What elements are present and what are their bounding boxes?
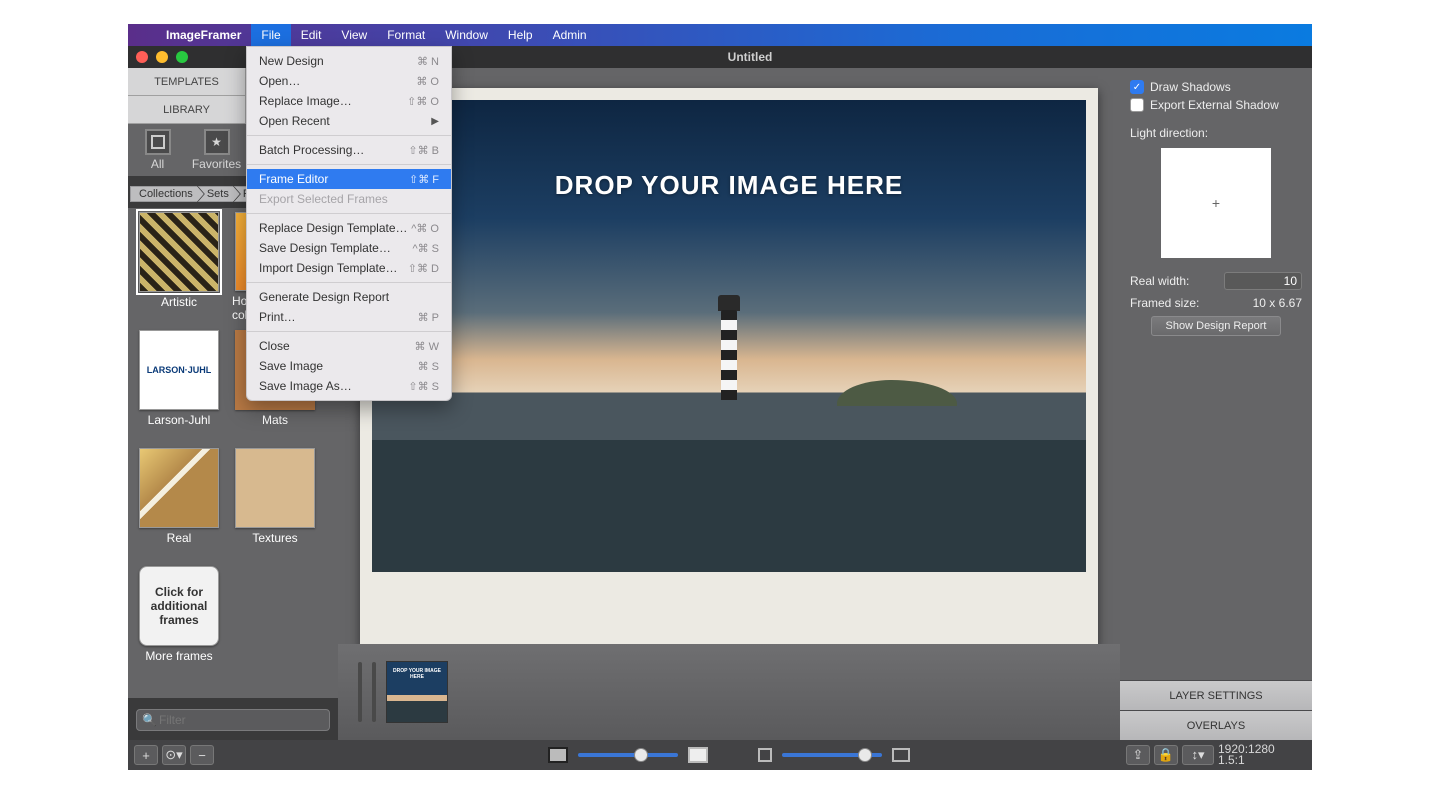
transform-menu[interactable]: ↕▾ [1182, 745, 1214, 765]
framed-size-label: Framed size: [1130, 296, 1199, 310]
bg-color-icon[interactable] [688, 747, 708, 763]
menu-view[interactable]: View [331, 24, 377, 46]
menu-item[interactable]: Close⌘ W [247, 336, 451, 356]
zoom-button[interactable] [176, 51, 188, 63]
collection-toolbar: All ★ Favorites [128, 124, 246, 176]
frame-larson[interactable]: LARSON·JUHL Larson-Juhl [136, 330, 222, 440]
frame-thumb [235, 448, 315, 528]
framed-size-value: 10 x 6.67 [1253, 296, 1302, 310]
action-menu[interactable]: ⊙▾ [162, 745, 186, 765]
thumbnail[interactable]: DROP YOUR IMAGE HERE [386, 661, 448, 723]
menu-item[interactable]: Save Design Template…^⌘ S [247, 238, 451, 258]
fit-slider[interactable] [782, 753, 882, 757]
menu-item[interactable]: Save Image⌘ S [247, 356, 451, 376]
layer-settings-accordion[interactable]: LAYER SETTINGS [1120, 680, 1312, 710]
overlays-accordion[interactable]: OVERLAYS [1120, 710, 1312, 740]
share-icon[interactable]: ⇪ [1126, 745, 1150, 765]
menu-file[interactable]: File [251, 24, 290, 46]
chevron-right-icon: ▶ [431, 116, 439, 127]
menu-item[interactable]: Generate Design Report [247, 287, 451, 307]
status-ratio: 1.5:1 [1218, 755, 1275, 766]
system-menubar: ImageFramer File Edit View Format Window… [128, 24, 1312, 46]
filter-bar: 🔍 [128, 700, 338, 740]
remove-button[interactable]: − [190, 745, 214, 765]
real-width-label: Real width: [1130, 274, 1189, 288]
toolbar-favorites[interactable]: ★ Favorites [187, 124, 246, 176]
minimize-button[interactable] [156, 51, 168, 63]
draw-shadows-row[interactable]: ✓ Draw Shadows [1130, 80, 1302, 94]
fit-small-icon[interactable] [758, 748, 772, 762]
bottom-right-bar: ⇪ 🔒 ↕▾ 1920:1280 1.5:1 [1120, 740, 1312, 770]
menu-help[interactable]: Help [498, 24, 543, 46]
filmstrip: DROP YOUR IMAGE HERE [338, 644, 1120, 740]
frame-thumb [139, 212, 219, 292]
menu-item[interactable]: Replace Design Template…^⌘ O [247, 218, 451, 238]
menu-item[interactable]: Import Design Template…⇧⌘ D [247, 258, 451, 278]
tab-templates[interactable]: TEMPLATES [128, 68, 245, 96]
crumb-sets[interactable]: Sets [198, 186, 240, 202]
export-shadow-row[interactable]: Export External Shadow [1130, 98, 1302, 112]
tab-library[interactable]: LIBRARY [128, 96, 245, 124]
search-icon: 🔍 [142, 713, 157, 727]
right-panel: ✓ Draw Shadows Export External Shadow Li… [1120, 68, 1312, 770]
menu-item[interactable]: Open…⌘ O [247, 71, 451, 91]
drag-handle-icon[interactable] [358, 662, 362, 722]
breadcrumb: Collections Sets F [128, 184, 261, 204]
close-button[interactable] [136, 51, 148, 63]
crosshair-icon: + [1212, 195, 1220, 211]
menu-item[interactable]: Replace Image…⇧⌘ O [247, 91, 451, 111]
bg-toggle-icon[interactable] [548, 747, 568, 763]
light-direction-label: Light direction: [1130, 126, 1302, 140]
frame-artistic[interactable]: Artistic [136, 212, 222, 322]
menu-item[interactable]: Save Image As…⇧⌘ S [247, 376, 451, 396]
paper-background: DROP YOUR IMAGE HERE [360, 88, 1098, 648]
frame-label: Artistic [161, 295, 197, 309]
zoom-slider[interactable] [578, 753, 678, 757]
menu-item: Export Selected Frames [247, 189, 451, 209]
all-icon [145, 129, 171, 155]
frame-thumb: Click for additional frames [139, 566, 219, 646]
real-width-input[interactable] [1224, 272, 1302, 290]
frame-more[interactable]: Click for additional frames More frames [136, 566, 222, 676]
menu-item[interactable]: Batch Processing…⇧⌘ B [247, 140, 451, 160]
drag-handle-icon[interactable] [372, 662, 376, 722]
fit-large-icon[interactable] [892, 748, 910, 762]
drop-zone[interactable]: DROP YOUR IMAGE HERE [372, 100, 1086, 572]
frame-label: Mats [262, 413, 288, 427]
menu-item[interactable]: Frame Editor⇧⌘ F [247, 169, 451, 189]
file-menu-dropdown: New Design⌘ NOpen…⌘ OReplace Image…⇧⌘ OO… [246, 46, 452, 401]
checkbox-off-icon[interactable] [1130, 98, 1144, 112]
frame-label: More frames [145, 649, 212, 663]
checkbox-on-icon[interactable]: ✓ [1130, 80, 1144, 94]
star-icon: ★ [204, 129, 230, 155]
toolbar-all[interactable]: All [128, 124, 187, 176]
drop-text: DROP YOUR IMAGE HERE [555, 170, 903, 201]
filter-input[interactable] [136, 709, 330, 731]
frame-thumb [139, 448, 219, 528]
frame-textures[interactable]: Textures [232, 448, 318, 558]
lock-icon[interactable]: 🔒 [1154, 745, 1178, 765]
menu-item[interactable]: New Design⌘ N [247, 51, 451, 71]
app-window: ImageFramer File Edit View Format Window… [128, 24, 1312, 770]
menu-format[interactable]: Format [377, 24, 435, 46]
frame-label: Larson-Juhl [148, 413, 211, 427]
add-button[interactable]: + [134, 745, 158, 765]
frame-thumb: LARSON·JUHL [139, 330, 219, 410]
frame-label: Real [167, 531, 192, 545]
bottom-center-bar [338, 740, 1120, 770]
frame-real[interactable]: Real [136, 448, 222, 558]
menu-window[interactable]: Window [435, 24, 498, 46]
light-direction-picker[interactable]: + [1161, 148, 1271, 258]
bottom-left-bar: + ⊙▾ − [128, 740, 338, 770]
show-design-report-button[interactable]: Show Design Report [1151, 316, 1281, 336]
menu-edit[interactable]: Edit [291, 24, 332, 46]
canvas-area: DROP YOUR IMAGE HERE DROP YOUR IMAGE HER… [338, 68, 1120, 740]
menu-item[interactable]: Print…⌘ P [247, 307, 451, 327]
menu-item[interactable]: Open Recent▶ [247, 111, 451, 131]
menu-admin[interactable]: Admin [543, 24, 597, 46]
crumb-collections[interactable]: Collections [130, 186, 204, 202]
app-name[interactable]: ImageFramer [156, 28, 251, 42]
frame-label: Textures [252, 531, 297, 545]
left-tabs: TEMPLATES LIBRARY [128, 68, 246, 124]
